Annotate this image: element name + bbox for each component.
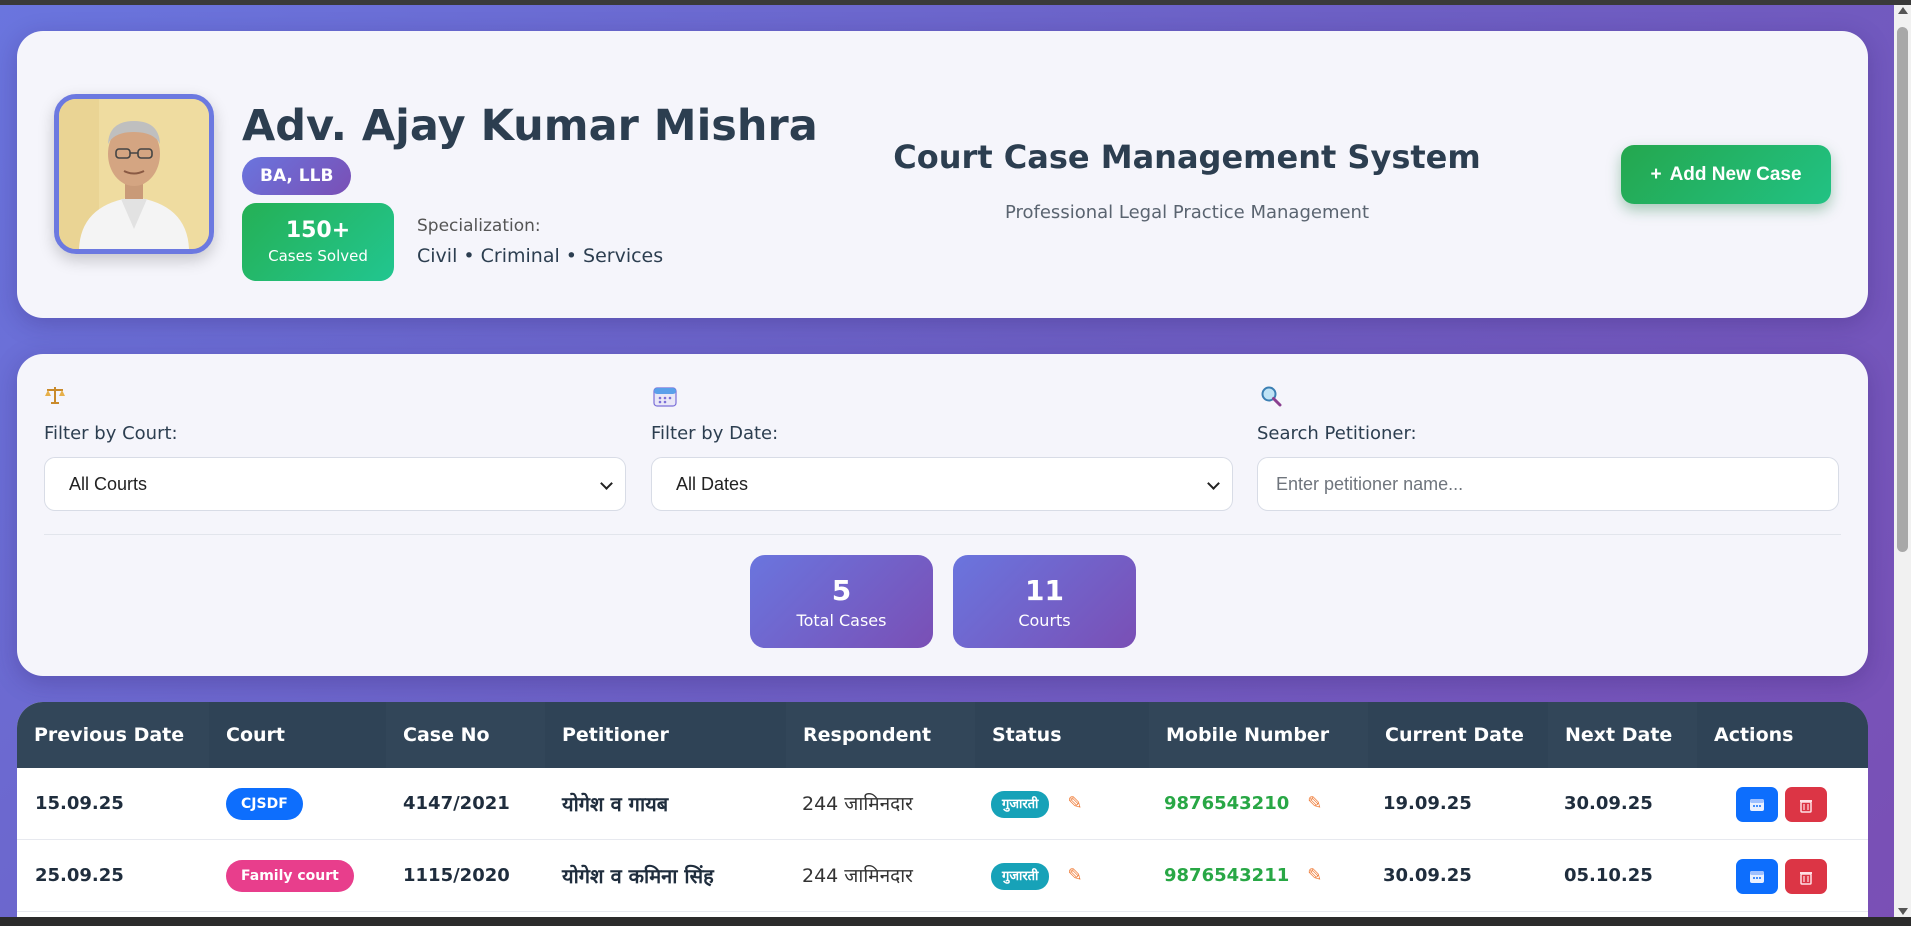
current-date-cell: 30.09.25: [1383, 865, 1472, 886]
plus-icon: +: [1650, 164, 1662, 185]
court-filter-value: All Courts: [69, 474, 148, 494]
col-header-previous-date: Previous Date: [34, 724, 185, 746]
status-badge: गुजारती: [991, 862, 1050, 890]
avatar: [54, 94, 214, 254]
schedule-button[interactable]: [1736, 859, 1778, 894]
total-cases-stat: 5 Total Cases: [750, 555, 933, 648]
lawyer-name: Adv. Ajay Kumar Mishra: [242, 101, 818, 151]
cases-solved-count: 150+: [285, 218, 351, 243]
scrollbar-thumb[interactable]: [1897, 27, 1908, 552]
status-badge: गुजारती: [991, 790, 1050, 818]
col-header-next-date: Next Date: [1565, 724, 1673, 746]
mobile-number: 9876543210: [1164, 793, 1290, 814]
petitioner-cell: योगेश व कमिना सिंह: [562, 864, 714, 888]
trash-icon: [1800, 800, 1812, 813]
current-date-cell: 19.09.25: [1383, 793, 1472, 814]
col-header-current-date: Current Date: [1368, 702, 1548, 768]
browser-top-edge: [0, 0, 1911, 5]
court-badge: CJSDF: [226, 788, 303, 820]
status-cell: गुजारती ✎: [991, 768, 1083, 840]
col-header-case-no: Case No: [403, 724, 490, 746]
courts-stat: 11 Courts: [953, 555, 1136, 648]
mobile-cell: 9876543210 ✎: [1164, 768, 1322, 840]
system-subtitle: Professional Legal Practice Management: [1004, 202, 1370, 223]
degree-badge: BA, LLB: [242, 157, 352, 195]
court-cell: CJSDF: [226, 768, 303, 840]
col-header-status: Status: [975, 702, 1149, 768]
total-cases-value: 5: [831, 574, 852, 607]
mobile-number: 9876543211: [1164, 865, 1290, 886]
courts-value: 11: [1025, 574, 1064, 607]
court-badge: Family court: [226, 860, 354, 892]
add-new-case-label: Add New Case: [1669, 164, 1802, 185]
specialization-value: Civil • Criminal • Services: [417, 245, 664, 267]
cases-solved-stat: 150+ Cases Solved: [242, 203, 394, 281]
col-header-actions: Actions: [1697, 702, 1868, 768]
col-header-petitioner: Petitioner: [545, 702, 786, 768]
scales-icon: [44, 385, 66, 410]
edit-mobile-pencil-icon[interactable]: ✎: [1307, 768, 1322, 840]
court-filter-label: Filter by Court:: [44, 423, 178, 444]
edit-status-pencil-icon[interactable]: ✎: [1067, 840, 1082, 912]
status-cell: गुजारती ✎: [991, 840, 1083, 912]
col-header-mobile: Mobile Number: [1166, 724, 1330, 746]
calendar-icon: [653, 385, 677, 412]
table-header: Previous Date Court Case No Petitioner R…: [17, 702, 1868, 768]
case-no-cell: 4147/2021: [403, 793, 510, 814]
cases-table: Previous Date Court Case No Petitioner R…: [17, 702, 1868, 917]
table-row[interactable]: 25.09.25 Family court 1115/2020 योगेश व …: [17, 840, 1868, 912]
date-filter-select[interactable]: All Dates: [651, 457, 1233, 511]
scroll-up-arrow-icon[interactable]: [1898, 7, 1908, 14]
table-row[interactable]: 15.09.25 CJSDF 4147/2021 योगेश व गायब 24…: [17, 768, 1868, 840]
profile-header-card: Adv. Ajay Kumar Mishra BA, LLB 150+ Case…: [17, 31, 1868, 318]
filter-panel: Filter by Court: All Courts Filter by Da…: [17, 354, 1868, 676]
court-cell: Family court: [226, 840, 354, 912]
next-date-cell: 05.10.25: [1564, 865, 1653, 886]
court-filter-select[interactable]: All Courts: [44, 457, 626, 511]
magnifier-icon: [1260, 385, 1282, 412]
previous-date-cell: 15.09.25: [35, 793, 124, 814]
date-filter-value: All Dates: [676, 474, 749, 494]
trash-icon: [1800, 872, 1812, 885]
cases-solved-label: Cases Solved: [268, 247, 368, 265]
edit-mobile-pencil-icon[interactable]: ✎: [1307, 840, 1322, 912]
calendar-icon: [1750, 871, 1764, 883]
schedule-button[interactable]: [1736, 787, 1778, 822]
respondent-cell: 244 जामिनदार: [802, 793, 913, 815]
courts-label: Courts: [1018, 611, 1071, 630]
chevron-down-icon: [1207, 477, 1220, 490]
petitioner-search-input[interactable]: Enter petitioner name...: [1257, 457, 1839, 511]
petitioner-cell: योगेश व गायब: [562, 792, 669, 816]
page-scrollbar[interactable]: [1894, 5, 1911, 917]
delete-button[interactable]: [1785, 787, 1827, 822]
filter-divider: [44, 534, 1841, 535]
scroll-down-arrow-icon[interactable]: [1898, 908, 1908, 915]
previous-date-cell: 25.09.25: [35, 865, 124, 886]
delete-button[interactable]: [1785, 859, 1827, 894]
total-cases-label: Total Cases: [796, 611, 887, 630]
respondent-cell: 244 जामिनदार: [802, 865, 913, 887]
browser-bottom-edge: [0, 917, 1911, 926]
system-title: Court Case Management System: [893, 138, 1481, 176]
add-new-case-button[interactable]: + Add New Case: [1621, 145, 1831, 204]
calendar-icon: [1750, 799, 1764, 811]
edit-status-pencil-icon[interactable]: ✎: [1067, 768, 1082, 840]
search-filter-label: Search Petitioner:: [1257, 423, 1417, 444]
col-header-respondent: Respondent: [803, 724, 932, 746]
chevron-down-icon: [600, 477, 613, 490]
col-header-court: Court: [209, 702, 386, 768]
date-filter-label: Filter by Date:: [651, 423, 779, 444]
mobile-cell: 9876543211 ✎: [1164, 840, 1322, 912]
specialization-label: Specialization:: [417, 216, 541, 236]
next-date-cell: 30.09.25: [1564, 793, 1653, 814]
case-no-cell: 1115/2020: [403, 865, 510, 886]
